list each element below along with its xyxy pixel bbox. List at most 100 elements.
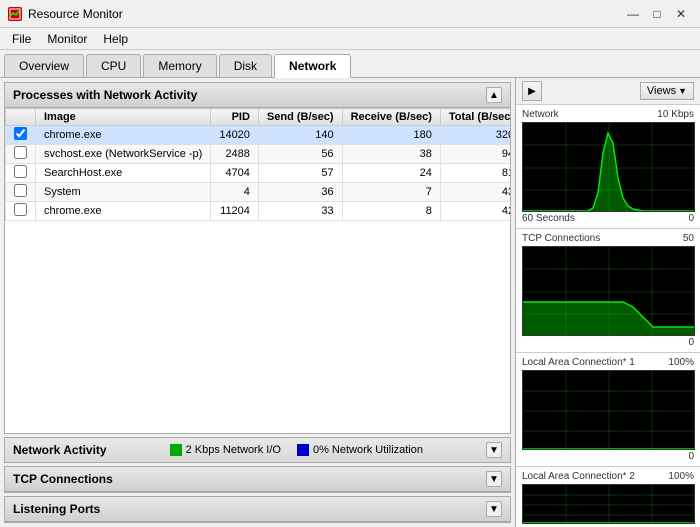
stat-util: 0% Network Utilization [297,444,423,456]
network-activity-header: Network Activity 2 Kbps Network I/O 0% N… [5,438,510,462]
row-checkbox-cell[interactable] [6,183,36,202]
graph-network-bottom: 60 Seconds 0 [522,213,694,224]
graph-tcp-zero: 0 [688,337,694,348]
graph-lac2-title: Local Area Connection* 2 [522,471,635,482]
row-checkbox[interactable] [14,146,27,159]
table-row[interactable]: chrome.exe 11204 33 8 42 [6,202,511,221]
graph-network-label: Network 10 Kbps [522,109,694,120]
stat-io-label: 2 Kbps Network I/O [186,444,281,456]
processes-section-title: Processes with Network Activity [13,88,197,102]
views-button[interactable]: Views ▼ [640,82,694,100]
row-pid: 11204 [211,202,259,221]
row-pid: 4704 [211,164,259,183]
maximize-button[interactable]: □ [646,3,668,25]
listening-collapse-btn[interactable]: ▼ [486,501,502,517]
minimize-button[interactable]: — [622,3,644,25]
title-text: Resource Monitor [28,7,123,21]
row-image: chrome.exe [36,202,211,221]
tab-memory[interactable]: Memory [143,54,216,77]
row-checkbox[interactable] [14,203,27,216]
menu-help[interactable]: Help [95,30,136,48]
graph-tcp-canvas [522,246,695,336]
graph-network-title: Network [522,109,559,120]
row-total: 81 [440,164,510,183]
processes-table-container: Image PID Send (B/sec) Receive (B/sec) T… [5,108,510,221]
left-panel: Processes with Network Activity ▲ Image … [0,78,515,527]
row-checkbox[interactable] [14,127,27,140]
table-row[interactable]: SearchHost.exe 4704 57 24 81 [6,164,511,183]
graph-lac1-zero: 0 [688,451,694,462]
table-row[interactable]: chrome.exe 14020 140 180 320 [6,126,511,145]
views-chevron-icon: ▼ [678,86,687,96]
row-total: 42 [440,202,510,221]
col-image[interactable]: Image [36,109,211,126]
col-send[interactable]: Send (B/sec) [258,109,342,126]
graph-network-svg [523,123,695,212]
row-pid: 4 [211,183,259,202]
row-send: 33 [258,202,342,221]
col-total[interactable]: Total (B/sec) [440,109,510,126]
row-image: System [36,183,211,202]
network-activity-collapse-btn[interactable]: ▼ [486,442,502,458]
menu-file[interactable]: File [4,30,39,48]
tab-disk[interactable]: Disk [219,54,272,77]
row-checkbox-cell[interactable] [6,202,36,221]
row-checkbox-cell[interactable] [6,126,36,145]
graph-lac1-label: Local Area Connection* 1 100% [522,357,694,368]
network-activity-stats: 2 Kbps Network I/O 0% Network Utilizatio… [170,444,423,456]
tab-cpu[interactable]: CPU [86,54,141,77]
row-checkbox[interactable] [14,165,27,178]
graph-network-canvas [522,122,695,212]
right-nav-prev[interactable]: ▶ [522,81,542,101]
table-row[interactable]: System 4 36 7 43 [6,183,511,202]
tab-overview[interactable]: Overview [4,54,84,77]
close-button[interactable]: ✕ [670,3,692,25]
processes-section-header[interactable]: Processes with Network Activity ▲ [5,83,510,108]
row-image: svchost.exe (NetworkService -p) [36,145,211,164]
graph-lac1-max: 100% [668,357,694,368]
title-bar: Resource Monitor — □ ✕ [0,0,700,28]
stat-io-icon [170,444,182,456]
processes-collapse-btn[interactable]: ▲ [486,87,502,103]
row-checkbox-cell[interactable] [6,145,36,164]
graph-tcp-bottom: 0 [522,337,694,348]
row-send: 140 [258,126,342,145]
title-controls: — □ ✕ [622,3,692,25]
table-row[interactable]: svchost.exe (NetworkService -p) 2488 56 … [6,145,511,164]
tcp-collapse-btn[interactable]: ▼ [486,471,502,487]
row-receive: 8 [342,202,440,221]
stat-util-label: 0% Network Utilization [313,444,423,456]
row-total: 94 [440,145,510,164]
right-panel: ▶ Views ▼ Network 10 Kbps [515,78,700,527]
row-pid: 14020 [211,126,259,145]
menu-monitor[interactable]: Monitor [39,30,95,48]
listening-section-header[interactable]: Listening Ports ▼ [5,497,510,522]
graph-tcp: TCP Connections 50 0 [516,229,700,353]
row-send: 56 [258,145,342,164]
col-receive[interactable]: Receive (B/sec) [342,109,440,126]
graph-tcp-max: 50 [683,233,694,244]
row-image: SearchHost.exe [36,164,211,183]
graph-tcp-title: TCP Connections [522,233,600,244]
graph-network-max: 10 Kbps [657,109,694,120]
col-check[interactable] [6,109,36,126]
stat-io: 2 Kbps Network I/O [170,444,281,456]
row-image: chrome.exe [36,126,211,145]
listening-section-title: Listening Ports [13,502,100,516]
row-receive: 24 [342,164,440,183]
tcp-section-header[interactable]: TCP Connections ▼ [5,467,510,492]
graph-lac2-max: 100% [668,471,694,482]
tab-network[interactable]: Network [274,54,351,78]
graph-network-seconds: 60 Seconds [522,213,575,224]
row-total: 320 [440,126,510,145]
views-label: Views [647,85,676,97]
network-activity-section: Network Activity 2 Kbps Network I/O 0% N… [4,437,511,463]
processes-table: Image PID Send (B/sec) Receive (B/sec) T… [5,108,510,221]
row-checkbox-cell[interactable] [6,164,36,183]
row-total: 43 [440,183,510,202]
tab-bar: Overview CPU Memory Disk Network [0,50,700,78]
graph-network-zero: 0 [688,213,694,224]
row-checkbox[interactable] [14,184,27,197]
col-pid[interactable]: PID [211,109,259,126]
graph-lac2-label: Local Area Connection* 2 100% [522,471,694,482]
